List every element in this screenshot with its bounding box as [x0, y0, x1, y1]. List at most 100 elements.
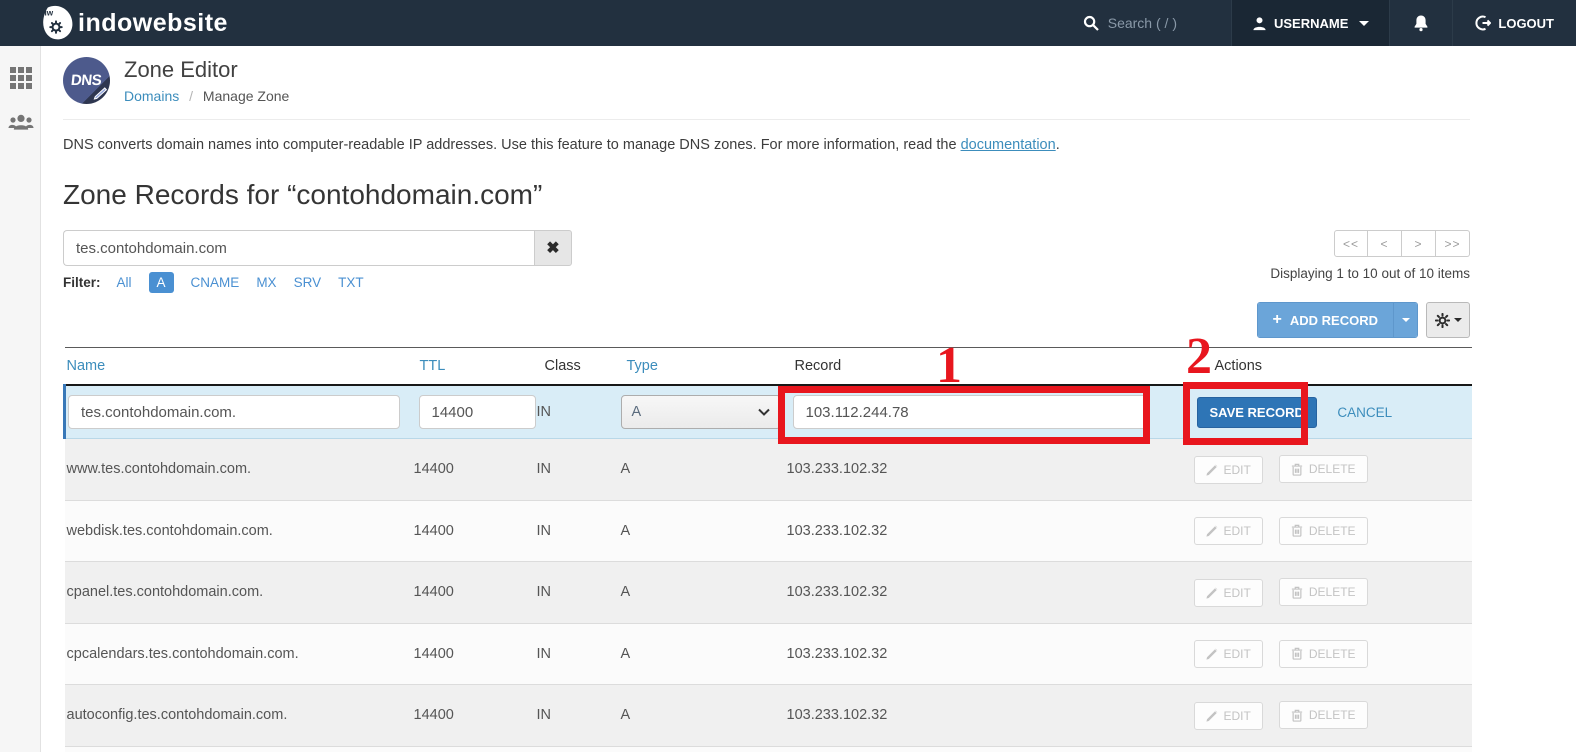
record-ttl-input[interactable]	[418, 395, 536, 429]
brand-logo[interactable]: iw indowebsite	[0, 0, 228, 46]
chevron-down-icon	[757, 408, 770, 416]
page-title: Zone Editor	[124, 57, 238, 82]
filter-a[interactable]: A	[148, 272, 174, 293]
table-row: whm.tes.contohdomain.com. 14400 IN A 103…	[64, 745, 1472, 752]
prev-page-button[interactable]: <	[1368, 230, 1402, 257]
delete-record-button[interactable]: DELETE	[1278, 516, 1368, 545]
record-class: IN	[534, 561, 619, 623]
record-type: A	[618, 499, 785, 562]
record-type: A	[618, 684, 785, 746]
chevron-down-icon	[1359, 20, 1370, 26]
breadcrumb-domains-link[interactable]: Domains	[124, 88, 179, 104]
apps-grid-icon	[9, 67, 32, 89]
column-header-type[interactable]: Type	[618, 347, 785, 386]
delete-record-button[interactable]: DELETE	[1278, 639, 1368, 668]
record-value: 103.233.102.32	[784, 438, 1192, 500]
notifications-button[interactable]	[1390, 0, 1452, 46]
svg-text:iw: iw	[45, 9, 54, 18]
column-header-ttl[interactable]: TTL	[411, 347, 535, 386]
pencil-icon	[1205, 525, 1218, 537]
edit-record-button[interactable]: EDIT	[1193, 640, 1263, 668]
pencil-icon	[1205, 587, 1218, 599]
dns-zone-editor-icon: DNS	[63, 57, 110, 104]
column-header-class: Class	[534, 347, 619, 386]
cancel-link[interactable]: CANCEL	[1337, 405, 1392, 420]
edit-record-button[interactable]: EDIT	[1193, 455, 1263, 484]
zone-search-input[interactable]	[63, 230, 534, 266]
page-description: DNS converts domain names into computer-…	[63, 137, 1060, 153]
record-name: webdisk.tes.contohdomain.com.	[64, 499, 412, 562]
table-row: www.tes.contohdomain.com. 14400 IN A 103…	[64, 438, 1472, 500]
column-header-actions: Actions	[1191, 347, 1472, 386]
filter-label: Filter:	[63, 275, 101, 290]
add-record-button[interactable]: + ADD RECORD	[1257, 303, 1393, 337]
record-class: IN	[534, 684, 619, 746]
edit-record-button[interactable]: EDIT	[1193, 701, 1263, 730]
record-class: IN	[534, 499, 619, 562]
table-row: cpanel.tes.contohdomain.com. 14400 IN A …	[64, 561, 1472, 623]
table-header-row: Name TTL Class Type Record Actions	[64, 347, 1472, 386]
last-page-button[interactable]: >>	[1436, 230, 1470, 257]
record-ttl: 14400	[411, 438, 535, 500]
dns-records-table: Name TTL Class Type Record Actions IN A	[63, 347, 1472, 752]
record-ttl: 14400	[411, 561, 535, 623]
clear-search-button[interactable]: ✖	[534, 230, 572, 266]
record-type-select[interactable]: A	[620, 395, 781, 429]
delete-record-button[interactable]: DELETE	[1278, 578, 1368, 606]
record-value: 103.233.102.32	[784, 684, 1192, 746]
delete-record-button[interactable]: DELETE	[1278, 455, 1368, 483]
documentation-link[interactable]: documentation	[961, 137, 1056, 153]
filter-mx[interactable]: MX	[256, 275, 276, 290]
breadcrumb: Domains / Manage Zone	[124, 88, 290, 104]
record-type: A	[618, 438, 785, 500]
brand-name: indowebsite	[78, 8, 228, 37]
record-value: 103.233.102.32	[784, 561, 1192, 623]
edit-record-button[interactable]: EDIT	[1193, 578, 1263, 607]
bell-icon	[1412, 14, 1430, 32]
zone-search-group: ✖	[63, 230, 572, 266]
logout-icon	[1475, 15, 1492, 31]
filter-cname[interactable]: CNAME	[191, 275, 240, 290]
logout-button[interactable]: LOGOUT	[1452, 0, 1576, 46]
column-header-name[interactable]: Name	[64, 347, 412, 386]
add-record-dropdown-toggle[interactable]	[1393, 303, 1417, 337]
delete-record-button[interactable]: DELETE	[1278, 701, 1368, 729]
main-content: DNS Zone Editor Domains / Manage Zone DN…	[41, 46, 1576, 752]
filter-all[interactable]: All	[117, 275, 132, 290]
page-header: DNS Zone Editor Domains / Manage Zone	[63, 46, 1470, 120]
filter-txt[interactable]: TXT	[338, 275, 364, 290]
table-settings-button[interactable]	[1426, 302, 1470, 338]
global-search[interactable]: Search ( / )	[1069, 0, 1191, 46]
pagination-and-actions: << < > >> Displaying 1 to 10 out of 10 item…	[1256, 230, 1470, 338]
top-navigation-bar: iw indowebsite Search ( / ) USERNAME LOG…	[0, 0, 1576, 46]
trash-icon	[1291, 709, 1303, 722]
record-name-input[interactable]	[68, 395, 400, 429]
record-type: A	[618, 561, 785, 623]
user-menu[interactable]: USERNAME	[1230, 0, 1391, 46]
edit-record-button[interactable]: EDIT	[1193, 517, 1263, 545]
table-row: cpcalendars.tes.contohdomain.com. 14400 …	[64, 622, 1472, 685]
pencil-icon	[1205, 648, 1218, 660]
sidebar-item-apps[interactable]	[0, 56, 41, 100]
record-name: autoconfig.tes.contohdomain.com.	[64, 684, 412, 746]
first-page-button[interactable]: <<	[1334, 230, 1368, 257]
save-record-button[interactable]: SAVE RECORD	[1196, 396, 1317, 428]
record-class-value: IN	[534, 385, 619, 439]
next-page-button[interactable]: >	[1402, 230, 1436, 257]
record-name: cpcalendars.tes.contohdomain.com.	[64, 622, 412, 685]
record-class: IN	[534, 438, 619, 500]
record-value: 103.233.102.32	[784, 499, 1192, 562]
brand-drop-icon: iw	[38, 5, 74, 41]
trash-icon	[1291, 647, 1303, 660]
pencil-icon	[1205, 464, 1218, 476]
trash-icon	[1291, 586, 1303, 599]
record-type: A	[618, 622, 785, 685]
plus-icon: +	[1272, 311, 1282, 328]
trash-icon	[1291, 524, 1303, 537]
column-header-record: Record	[784, 347, 1192, 386]
zone-records-heading: Zone Records for “contohdomain.com”	[63, 179, 543, 210]
record-value-input[interactable]	[792, 395, 1149, 429]
filter-srv[interactable]: SRV	[294, 275, 322, 290]
table-row: webdisk.tes.contohdomain.com. 14400 IN A…	[64, 499, 1472, 562]
sidebar-item-users[interactable]	[0, 100, 41, 144]
